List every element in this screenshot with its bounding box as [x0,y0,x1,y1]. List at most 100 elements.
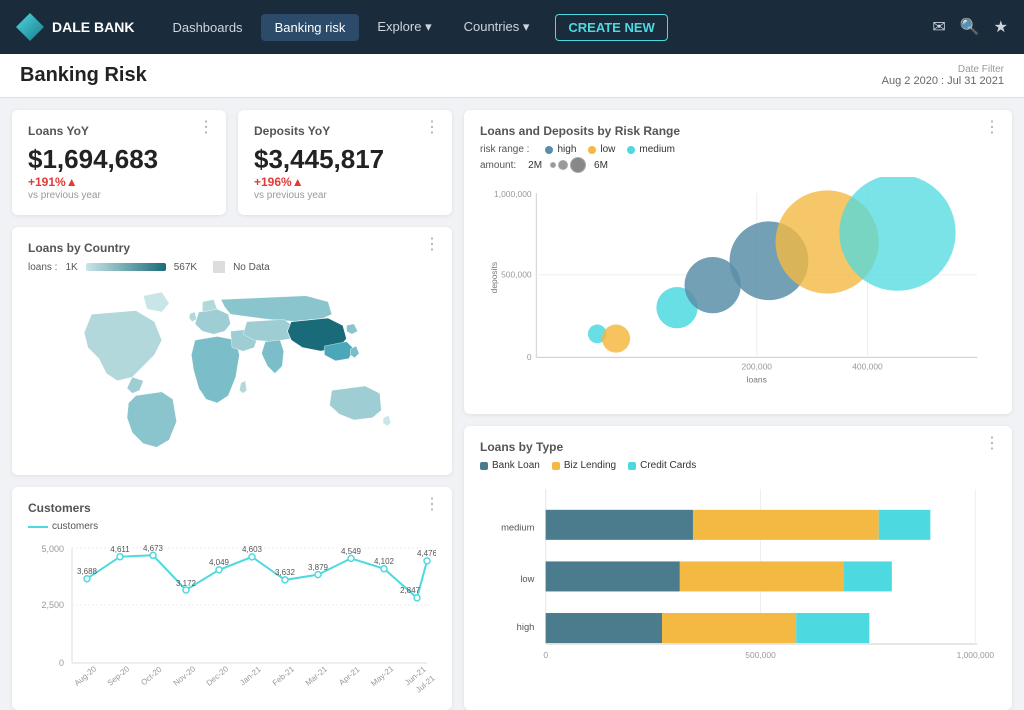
deposits-kpi-menu[interactable]: ⋮ [424,120,440,136]
svg-text:0: 0 [543,650,548,660]
nav-dashboards[interactable]: Dashboards [158,14,256,41]
dashboard-grid: Loans YoY ⋮ $1,694,683 +191%▲ vs previou… [0,98,1024,683]
customers-legend: customers [28,521,436,532]
svg-text:May-21: May-21 [369,664,396,688]
world-map-svg [28,281,436,451]
deposits-kpi-title: Deposits YoY [254,124,436,138]
svg-text:4,603: 4,603 [242,545,263,554]
svg-text:Nov-20: Nov-20 [172,664,198,688]
svg-text:4,611: 4,611 [110,545,130,554]
deposits-kpi-value: $3,445,817 [254,144,436,175]
svg-text:loans: loans [747,375,767,385]
svg-text:2,500: 2,500 [41,600,64,610]
nav-explore[interactable]: Explore ▾ [363,13,445,41]
nav-banking-risk[interactable]: Banking risk [261,14,360,41]
world-map [28,281,436,451]
credit-cards-label: Credit Cards [640,460,696,471]
bar-card-title: Loans by Type [480,440,996,454]
amount-circles [550,157,586,173]
svg-text:low: low [520,574,534,584]
svg-text:Oct-20: Oct-20 [139,665,164,688]
customers-card-menu[interactable]: ⋮ [424,497,440,513]
amount-min: 2M [528,160,542,171]
amount-legend: amount: 2M 6M [480,157,996,173]
svg-text:Mar-21: Mar-21 [304,664,330,688]
biz-lending-color [552,462,560,470]
brand-logo[interactable]: DALE BANK [16,13,134,41]
loans-kpi-menu[interactable]: ⋮ [198,120,214,136]
nav-icons: ✉ 🔍 ★ [932,17,1008,37]
deposits-kpi-card: Deposits YoY ⋮ $3,445,817 +196%▲ vs prev… [238,110,452,215]
customers-legend-line [28,526,48,528]
customers-card-title: Customers [28,501,436,515]
right-column: Loans and Deposits by Risk Range ⋮ risk … [464,110,1012,710]
kpi-row: Loans YoY ⋮ $1,694,683 +191%▲ vs previou… [12,110,452,215]
svg-text:high: high [517,622,535,632]
deposits-kpi-change: +196%▲ [254,175,436,189]
date-filter-label: Date Filter [882,64,1004,75]
circle-sm [558,160,568,170]
star-icon[interactable]: ★ [994,17,1008,37]
deposits-kpi-sub: vs previous year [254,190,436,201]
svg-text:200,000: 200,000 [742,362,773,372]
loans-kpi-sub: vs previous year [28,190,210,201]
svg-text:500,000: 500,000 [745,650,776,660]
risk-legend: risk range : high low medium [480,144,996,155]
svg-text:Dec-20: Dec-20 [205,664,231,688]
scatter-card-title: Loans and Deposits by Risk Range [480,124,996,138]
map-legend-min: 1K [65,262,77,273]
credit-cards-legend: Credit Cards [628,460,696,471]
map-gradient-bar [86,263,166,271]
brand-name: DALE BANK [52,19,134,35]
nav-countries[interactable]: Countries ▾ [450,13,544,41]
page-title: Banking Risk [20,64,147,87]
svg-text:3,879: 3,879 [308,563,329,572]
nav-links: Dashboards Banking risk Explore ▾ Countr… [158,13,932,41]
medium-color [627,146,635,154]
bank-loan-legend: Bank Loan [480,460,540,471]
scatter-card-menu[interactable]: ⋮ [984,120,1000,136]
nav-create-new[interactable]: CREATE NEW [555,14,667,41]
brand-icon [16,13,44,41]
high-color [545,146,553,154]
date-filter[interactable]: Date Filter Aug 2 2020 : Jul 31 2021 [882,64,1004,87]
svg-text:medium: medium [501,522,535,532]
high-label: high [557,144,576,155]
date-filter-value: Aug 2 2020 : Jul 31 2021 [882,75,1004,87]
svg-text:Aug-20: Aug-20 [73,664,99,688]
svg-text:1,000,000: 1,000,000 [957,650,995,660]
svg-text:deposits: deposits [489,262,499,293]
scatter-card: Loans and Deposits by Risk Range ⋮ risk … [464,110,1012,414]
bar-card-menu[interactable]: ⋮ [984,436,1000,452]
svg-text:0: 0 [527,352,532,362]
svg-text:3,632: 3,632 [275,568,296,577]
risk-range-label: risk range : [480,144,529,155]
svg-text:4,476: 4,476 [417,549,436,558]
map-legend-nodata: No Data [233,262,270,273]
loans-by-type-card: Loans by Type ⋮ Bank Loan Biz Lending Cr… [464,426,1012,710]
svg-text:400,000: 400,000 [852,362,883,372]
loans-kpi-value: $1,694,683 [28,144,210,175]
svg-text:1,000,000: 1,000,000 [494,189,532,199]
risk-medium-legend: medium [627,144,675,155]
biz-lending-label: Biz Lending [564,460,616,471]
svg-text:3,688: 3,688 [77,567,98,576]
amount-label: amount: [480,160,516,171]
bank-loan-label: Bank Loan [492,460,540,471]
svg-text:4,673: 4,673 [143,544,164,553]
map-legend: loans : 1K 567K No Data [28,261,436,273]
map-card-menu[interactable]: ⋮ [424,237,440,253]
loans-kpi-change: +191%▲ [28,175,210,189]
svg-text:Sep-20: Sep-20 [106,664,132,688]
risk-low-legend: low [588,144,615,155]
search-icon[interactable]: 🔍 [960,17,980,37]
svg-text:5,000: 5,000 [41,544,64,554]
svg-text:4,049: 4,049 [209,558,230,567]
credit-cards-color [628,462,636,470]
svg-text:3,172: 3,172 [176,579,197,588]
low-color [588,146,596,154]
map-legend-label: loans : [28,262,57,273]
mail-icon[interactable]: ✉ [932,17,945,37]
svg-text:500,000: 500,000 [501,270,532,280]
page-header: Banking Risk Date Filter Aug 2 2020 : Ju… [0,54,1024,98]
